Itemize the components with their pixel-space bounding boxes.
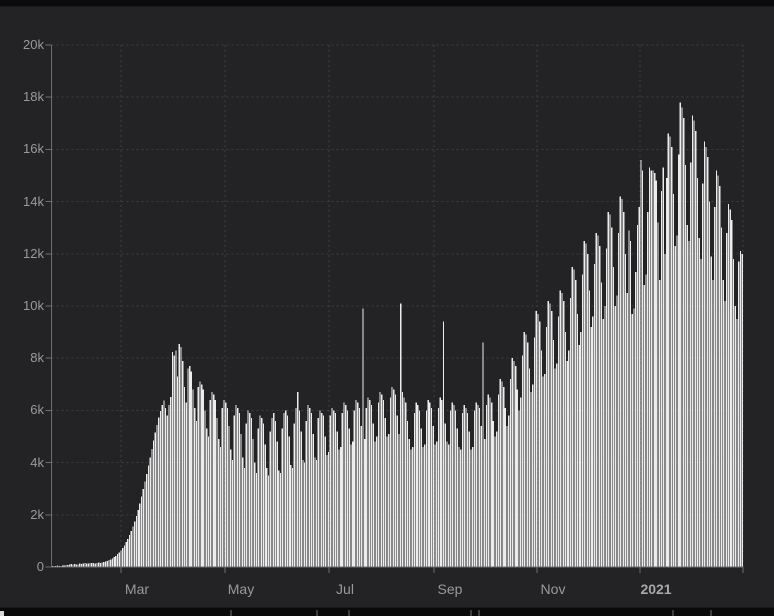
y-tick-label: 18k <box>23 89 44 105</box>
y-tick-label: 8k <box>30 350 44 366</box>
bottom-cropped-bar <box>0 607 774 616</box>
x-tick-label: Jul <box>336 581 354 597</box>
y-tick-label: 20k <box>23 37 44 52</box>
bottom-bar-separator <box>230 610 232 616</box>
bottom-bar-separator <box>478 610 480 616</box>
bottom-bar-separator <box>348 610 350 616</box>
bottom-cropped-white-mark <box>0 611 4 616</box>
y-tick-label: 12k <box>23 245 44 261</box>
y-tick-label: 4k <box>30 454 44 470</box>
y-tick-label: 10k <box>23 298 44 313</box>
bars-series[interactable] <box>51 102 743 568</box>
x-tick-label: May <box>227 581 255 597</box>
screen: 0 2k 4k 6k 8k 10k 12k 14k 16k 18k 20k Mar May Jul Sep N… <box>0 0 774 616</box>
bottom-bar-separator <box>316 610 318 616</box>
x-tick-label: 2021 <box>640 581 672 597</box>
y-tick-label: 2k <box>30 506 44 522</box>
y-tick-label: 14k <box>23 193 44 209</box>
plot-area[interactable] <box>0 7 774 607</box>
x-tick-label: Sep <box>437 581 463 597</box>
top-cropped-bar <box>0 0 774 7</box>
bottom-bar-separator <box>672 610 674 616</box>
bottom-bar-separator <box>710 610 712 616</box>
y-tick-label: 16k <box>23 141 44 157</box>
bottom-bar-separator <box>470 610 472 616</box>
y-tick-label: 0 <box>36 559 44 574</box>
x-tick-label: Mar <box>124 581 150 597</box>
chart-panel: 0 2k 4k 6k 8k 10k 12k 14k 16k 18k 20k Mar May Jul Sep N… <box>0 7 774 607</box>
x-tick-label: Nov <box>540 581 566 597</box>
y-tick-label: 6k <box>30 402 44 418</box>
